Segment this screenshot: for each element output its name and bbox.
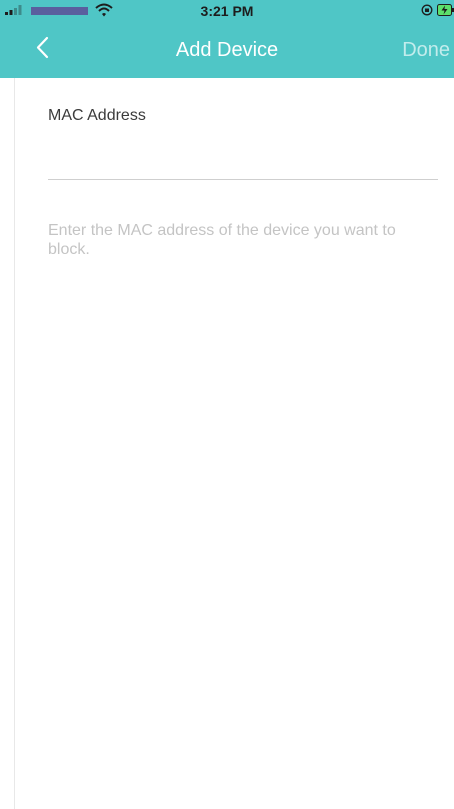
mac-address-hint: Enter the MAC address of the device you …	[48, 222, 396, 258]
page-title: Add Device	[175, 39, 279, 61]
mac-address-label: MAC Address	[48, 107, 146, 124]
battery-charging-icon	[437, 4, 454, 16]
navigation-bar: Add Device Done	[0, 20, 454, 78]
status-bar: 3:21 PM	[0, 0, 454, 20]
orientation-lock-icon	[421, 4, 433, 16]
left-edge-divider	[14, 78, 15, 809]
status-time: 3:21 PM	[200, 3, 254, 19]
add-device-screen: 3:21 PM Add Device Done MAC Address Ente…	[0, 0, 454, 809]
mac-address-input[interactable]	[48, 135, 438, 180]
done-button[interactable]: Done	[402, 39, 450, 62]
